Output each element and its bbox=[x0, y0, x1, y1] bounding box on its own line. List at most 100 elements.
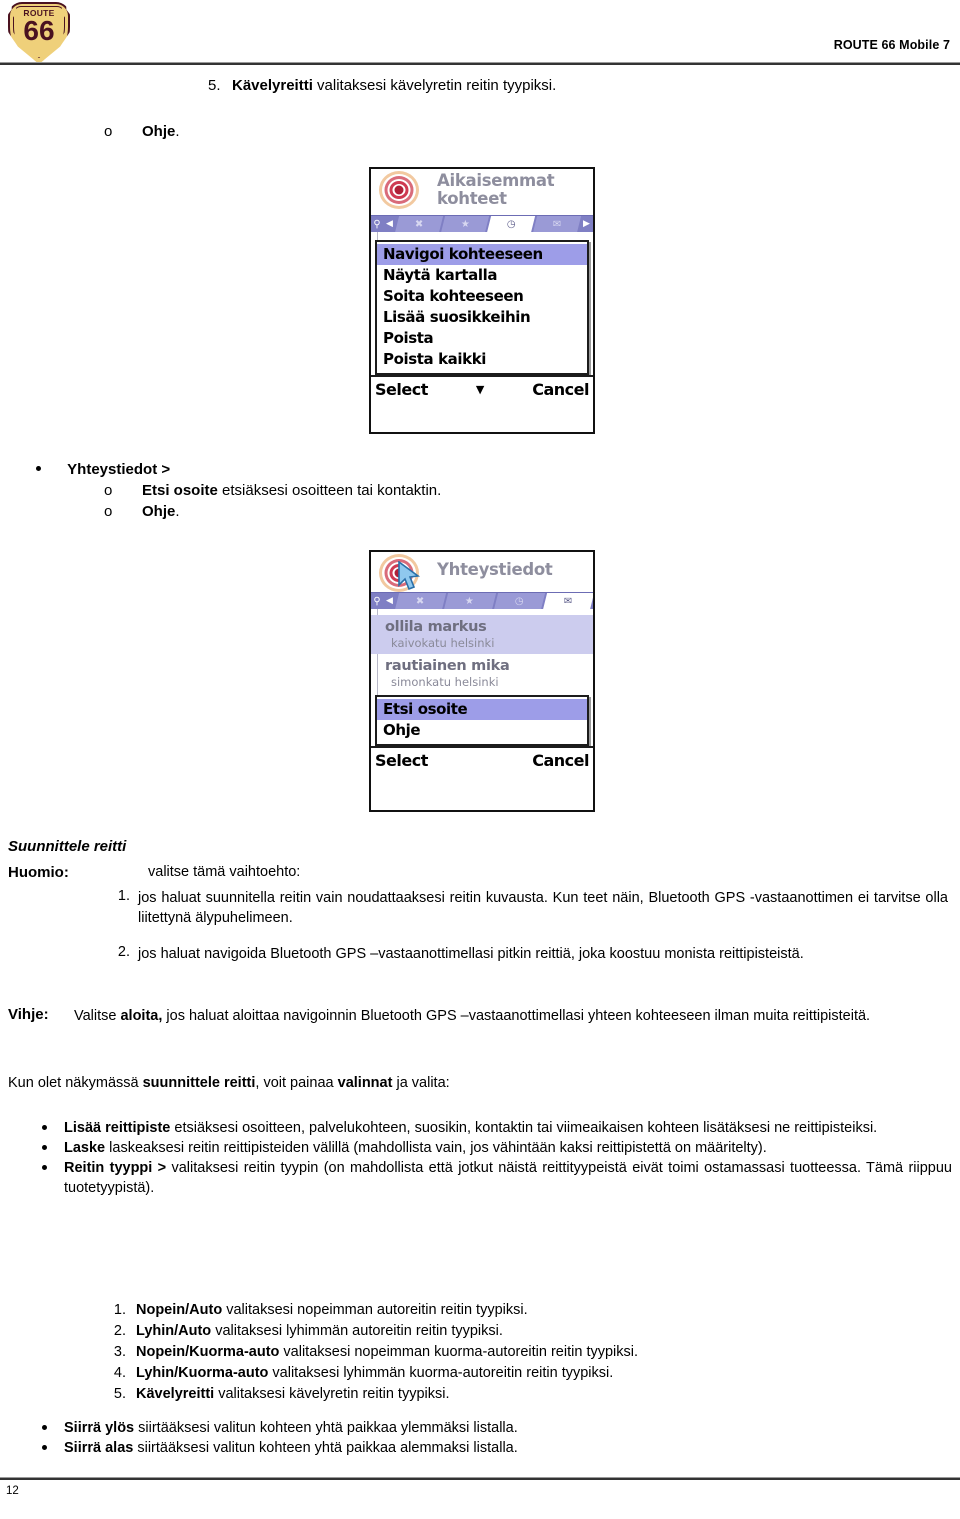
page-number: 12 bbox=[6, 1485, 19, 1497]
list-item: Siirrä ylös siirtääksesi valitun kohteen… bbox=[36, 1418, 952, 1438]
phone-context-menu[interactable]: Navigoi kohteeseen Näytä kartalla Soita … bbox=[375, 240, 589, 375]
kun-olet-b2: valinnat bbox=[337, 1075, 393, 1091]
signal-icon: ⚲ bbox=[373, 595, 381, 607]
menu-item[interactable]: Soita kohteeseen bbox=[377, 286, 587, 307]
route-type-bold: Lyhin/Auto bbox=[136, 1323, 212, 1339]
phone-title: Yhteystiedot bbox=[437, 560, 553, 579]
list-item: Reitin tyyppi > valitaksesi reitin tyypi… bbox=[36, 1158, 952, 1198]
mail-icon: ✉ bbox=[552, 218, 562, 229]
move-rest: siirtääksesi valitun kohteen yhtä paikka… bbox=[133, 1440, 518, 1456]
shield-number: 66 bbox=[23, 15, 55, 46]
contact-list-item[interactable]: ollila markus kaivokatu helsinki bbox=[371, 615, 593, 654]
menu-item[interactable]: Näytä kartalla bbox=[377, 265, 587, 286]
menu-item[interactable]: Navigoi kohteeseen bbox=[377, 244, 587, 265]
sub-ohje-rest: . bbox=[175, 503, 180, 520]
menu-item[interactable]: Poista kaikki bbox=[377, 349, 587, 370]
softkey-select[interactable]: Select bbox=[375, 751, 428, 770]
tab-recent[interactable]: ◷ bbox=[493, 593, 546, 609]
bullet-marker bbox=[36, 466, 41, 471]
list-text: jos haluat suunnitella reitin vain nouda… bbox=[138, 890, 948, 926]
circle-marker: o bbox=[104, 123, 113, 140]
option-bold: Laske bbox=[64, 1140, 106, 1156]
phone-screenshot-contacts: Yhteystiedot ⚲ ◀ ✖ ★ ◷ ✉ ollila markus k… bbox=[369, 550, 595, 812]
kun-olet-b1: suunnittele reitti bbox=[142, 1075, 256, 1091]
list-number: 1. bbox=[117, 888, 130, 904]
circle-marker: o bbox=[104, 482, 113, 499]
list-number: 4. bbox=[113, 1365, 126, 1381]
target-rings bbox=[379, 170, 419, 210]
tab-prev-arrow-icon[interactable]: ◀ bbox=[383, 593, 396, 609]
tab-close[interactable]: ✖ bbox=[394, 593, 447, 609]
mouse-cursor-icon bbox=[398, 561, 421, 591]
bullet-marker bbox=[42, 1445, 47, 1450]
shield-shape: ROUTE 66 bbox=[8, 2, 70, 64]
clock-icon: ◷ bbox=[514, 595, 524, 606]
tab-recent[interactable]: ◷ bbox=[486, 216, 536, 232]
option-rest: etsiäksesi osoitteen, palvelukohteen, su… bbox=[170, 1120, 878, 1136]
phone-tabbar[interactable]: ⚲ ◀ ✖ ★ ◷ ✉ ▶ bbox=[371, 215, 593, 232]
contact-address: simonkatu helsinki bbox=[391, 675, 499, 689]
phone-body: Navigoi kohteeseen Näytä kartalla Soita … bbox=[371, 232, 593, 375]
list-item: 3. Nopein/Kuorma-auto valitaksesi nopeimm… bbox=[104, 1342, 954, 1363]
huomio-list-item: 1. jos haluat suunnitella reitin vain no… bbox=[108, 888, 948, 928]
softkey-select[interactable]: Select bbox=[375, 380, 428, 399]
circle-marker: o bbox=[104, 503, 113, 520]
list-number: 1. bbox=[113, 1302, 126, 1318]
phone-titlebar: Aikaisemmat kohteet bbox=[371, 169, 593, 215]
star-icon: ★ bbox=[460, 218, 470, 229]
route-type-rest: valitaksesi nopeimman autoreitin reitin … bbox=[222, 1302, 528, 1318]
phone-title-line2: kohteet bbox=[437, 189, 507, 208]
close-icon: ✖ bbox=[416, 595, 425, 606]
route-type-bold: Nopein/Auto bbox=[136, 1302, 223, 1318]
option-rest: valitaksesi reitin tyypin (on mahdollist… bbox=[64, 1160, 952, 1196]
contact-list-item[interactable]: rautiainen mika simonkatu helsinki bbox=[371, 654, 593, 693]
tab-contacts[interactable]: ✉ bbox=[542, 593, 593, 609]
menu-item[interactable]: Poista bbox=[377, 328, 587, 349]
huomio-intro: valitse tämä vaihtoehto: bbox=[148, 864, 301, 880]
vihje-text: Valitse aloita, jos haluat aloittaa navi… bbox=[74, 1006, 948, 1026]
list-item: 1. Nopein/Auto valitaksesi nopeimman auto… bbox=[104, 1300, 954, 1321]
huomio-list-item: 2. jos haluat navigoida Bluetooth GPS –v… bbox=[108, 944, 948, 964]
tab-next-arrow-icon[interactable]: ▶ bbox=[580, 216, 593, 232]
phone-title: Aikaisemmat kohteet bbox=[437, 172, 589, 208]
contact-name: ollila markus bbox=[385, 619, 487, 635]
footer-divider bbox=[0, 1477, 960, 1480]
top-item-number: 5. bbox=[208, 77, 221, 94]
softkey-cancel[interactable]: Cancel bbox=[532, 380, 589, 399]
tab-close[interactable]: ✖ bbox=[394, 216, 443, 232]
top-item-rest: valitaksesi kävelyretin reitin tyypiksi. bbox=[312, 77, 557, 94]
menu-item[interactable]: Etsi osoite bbox=[377, 699, 587, 720]
route-type-bold: Lyhin/Kuorma-auto bbox=[136, 1365, 269, 1381]
vihje-label: Vihje: bbox=[8, 1006, 49, 1023]
contact-address: kaivokatu helsinki bbox=[391, 636, 495, 650]
option-bold: Lisää reittipiste bbox=[64, 1120, 171, 1136]
kun-olet-p2: , voit painaa bbox=[255, 1075, 338, 1091]
target-cursor-icon bbox=[377, 553, 435, 592]
scroll-down-icon[interactable]: ▼ bbox=[476, 383, 484, 396]
menu-item[interactable]: Lisää suosikkeihin bbox=[377, 307, 587, 328]
tab-prev-arrow-icon[interactable]: ◀ bbox=[383, 216, 396, 232]
list-item: 2. Lyhin/Auto valitaksesi lyhimmän autore… bbox=[104, 1321, 954, 1342]
page-header: ROUTE 66 ROUTE 66 Mobile 7 bbox=[0, 0, 960, 68]
top-sub-rest: . bbox=[175, 123, 180, 140]
vihje-bold: aloita, bbox=[120, 1008, 163, 1024]
bullet-marker bbox=[42, 1165, 47, 1170]
list-item: 4. Lyhin/Kuorma-auto valitaksesi lyhimmän… bbox=[104, 1363, 954, 1384]
softkey-cancel[interactable]: Cancel bbox=[532, 751, 589, 770]
sub-item-ohje: o Ohje. bbox=[104, 503, 180, 520]
menu-item[interactable]: Ohje bbox=[377, 720, 587, 741]
contact-name: rautiainen mika bbox=[385, 658, 510, 674]
tab-favourites[interactable]: ★ bbox=[443, 593, 496, 609]
phone-screenshot-recent-destinations: Aikaisemmat kohteet ⚲ ◀ ✖ ★ ◷ ✉ ▶ Navigo… bbox=[369, 167, 595, 434]
tab-favourites[interactable]: ★ bbox=[440, 216, 490, 232]
clock-icon: ◷ bbox=[506, 218, 516, 229]
options-bullet-list: Lisää reittipiste etsiäksesi osoitteen, … bbox=[36, 1118, 952, 1198]
kun-olet-p3: ja valita: bbox=[392, 1075, 450, 1091]
sub-item-etsi-osoite: o Etsi osoite etsiäksesi osoitteen tai ko… bbox=[104, 482, 441, 499]
top-numbered-item: 5. Kävelyreitti valitaksesi kävelyretin r… bbox=[208, 76, 556, 96]
phone-context-menu[interactable]: Etsi osoite Ohje bbox=[375, 695, 589, 746]
phone-tabbar[interactable]: ⚲ ◀ ✖ ★ ◷ ✉ bbox=[371, 592, 593, 609]
tab-contacts[interactable]: ✉ bbox=[533, 216, 582, 232]
phone-titlebar: Yhteystiedot bbox=[371, 552, 593, 592]
route-type-rest: valitaksesi lyhimmän kuorma-autoreitin r… bbox=[268, 1365, 614, 1381]
